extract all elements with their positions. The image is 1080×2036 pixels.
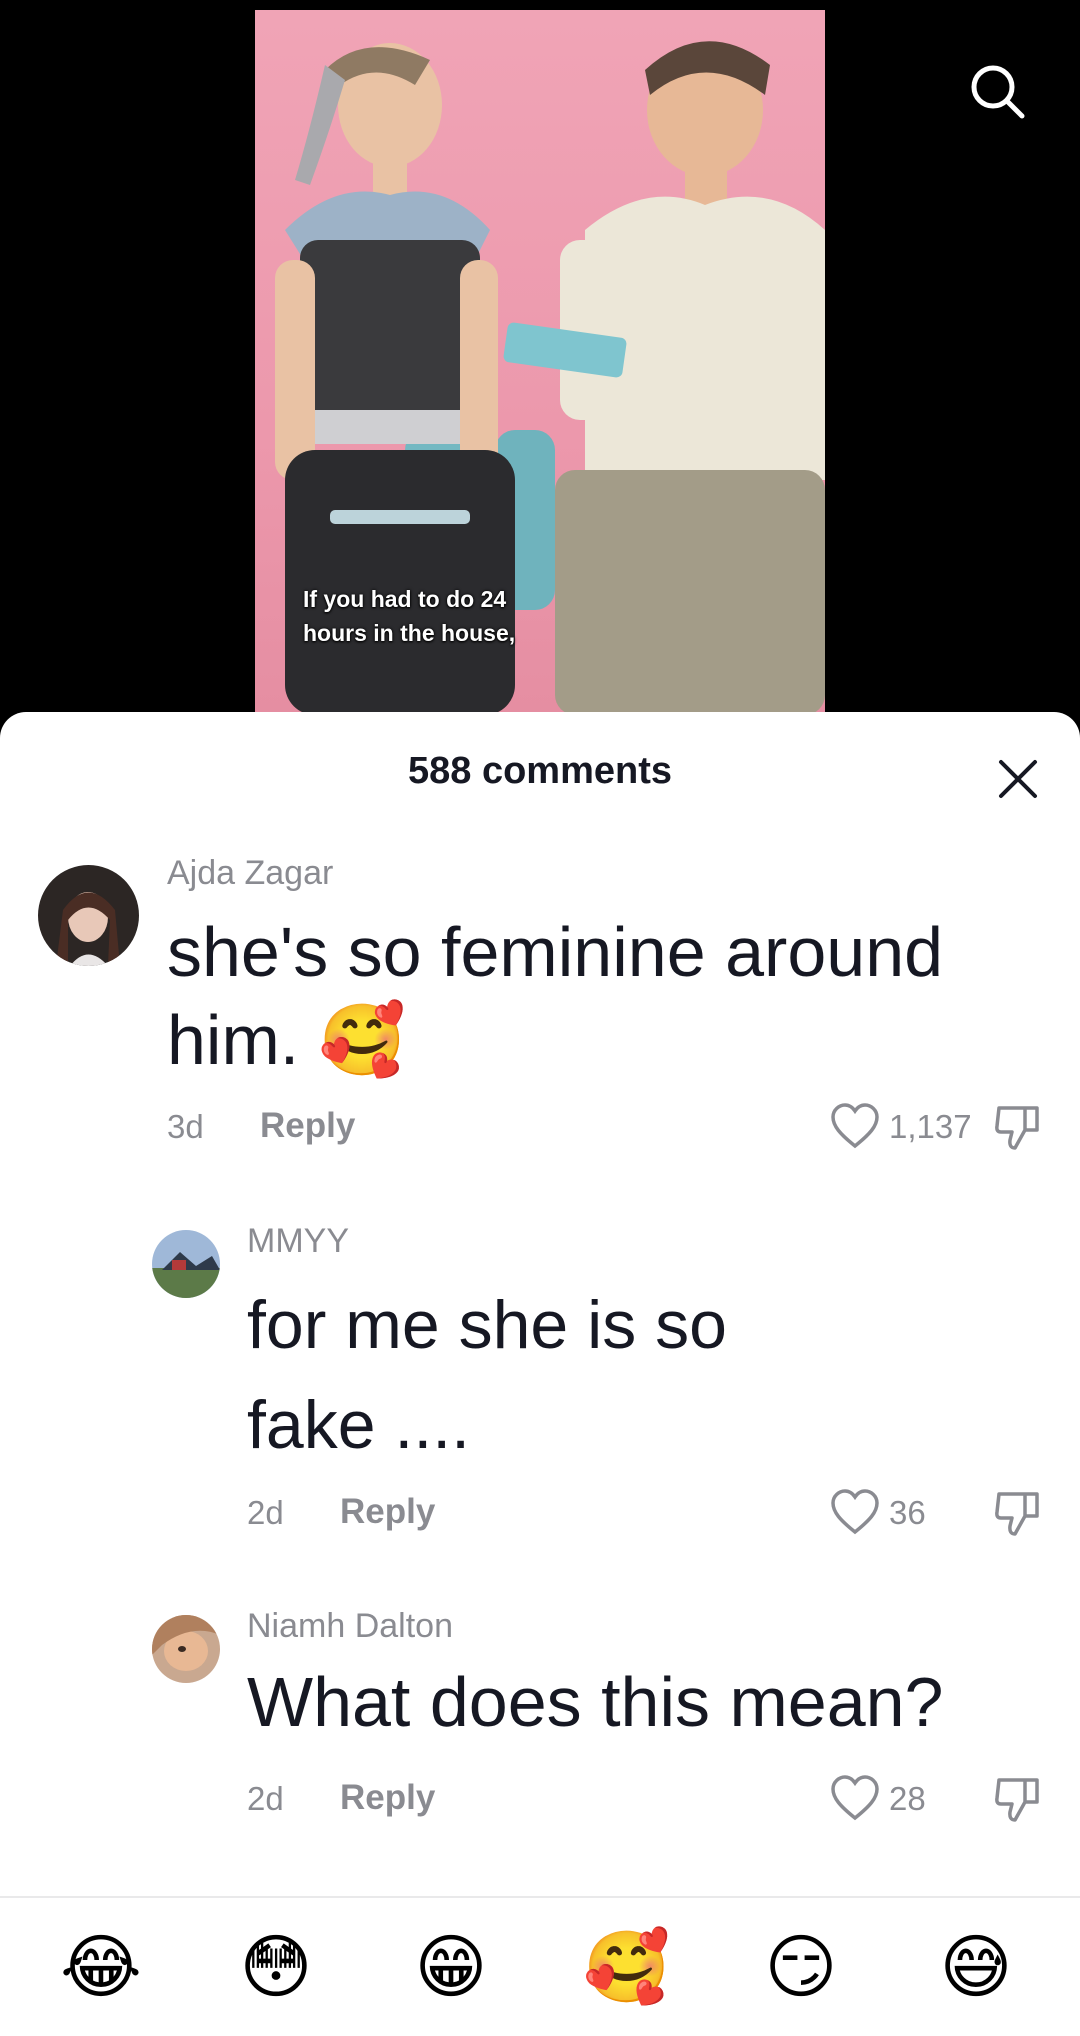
comment-text-line: What does this mean? xyxy=(247,1663,944,1741)
search-button[interactable] xyxy=(968,62,1026,120)
like-button[interactable] xyxy=(830,1774,880,1824)
dislike-button[interactable] xyxy=(993,1102,1043,1152)
emoji-tears-of-joy[interactable]: 😂 xyxy=(58,1924,144,2010)
comment-text: for me she is so fake .... xyxy=(247,1275,1080,1475)
caption-line: hours in the house, xyxy=(303,620,516,646)
avatar-image xyxy=(38,865,139,966)
heart-outline-icon xyxy=(831,1489,879,1535)
search-icon xyxy=(971,65,1025,119)
dislike-button[interactable] xyxy=(993,1488,1043,1538)
avatar-image xyxy=(152,1230,220,1298)
thumbs-down-icon xyxy=(995,1106,1039,1150)
avatar[interactable] xyxy=(38,865,139,966)
emoji-sweat-smile[interactable]: 😅 xyxy=(933,1924,1019,2010)
thumbs-down-icon xyxy=(995,1492,1039,1536)
comment-time: 2d xyxy=(247,1780,284,1817)
like-count: 1,137 xyxy=(889,1108,972,1145)
video-frame[interactable]: If you had to do 24 hours in the house, xyxy=(255,10,825,715)
avatar[interactable] xyxy=(152,1615,220,1683)
comment-username[interactable]: Ajda Zagar xyxy=(167,854,333,893)
reply-button[interactable]: Reply xyxy=(340,1778,435,1818)
like-count: 28 xyxy=(889,1780,926,1817)
comment-time: 2d xyxy=(247,1494,284,1531)
close-button[interactable] xyxy=(995,756,1041,802)
emoji-grinning[interactable]: 😁 xyxy=(408,1924,494,2010)
comment-text-line: fake .... xyxy=(247,1387,470,1463)
heart-outline-icon xyxy=(831,1775,879,1821)
comment-text-line: him. 🥰 xyxy=(167,996,1047,1084)
reply-button[interactable]: Reply xyxy=(340,1492,435,1532)
comment-text-fragment: him. xyxy=(167,1001,300,1079)
video-caption: If you had to do 24 hours in the house, xyxy=(303,582,515,650)
heart-outline-icon xyxy=(831,1103,879,1149)
comments-count-title: 588 comments xyxy=(407,750,672,792)
emoji-bar: 😂 😳 😁 🥰 😏 😅 xyxy=(0,1898,1080,2036)
avatar[interactable] xyxy=(152,1230,220,1298)
video-player[interactable]: If you had to do 24 hours in the house, xyxy=(0,0,1080,715)
avatar-image xyxy=(152,1615,220,1683)
emoji-smiling-hearts[interactable]: 🥰 xyxy=(583,1924,670,2010)
comment-username[interactable]: MMYY xyxy=(247,1222,349,1261)
reply-button[interactable]: Reply xyxy=(260,1106,355,1146)
emoji-smirk[interactable]: 😏 xyxy=(758,1924,844,2010)
comments-sheet: 588 comments Ajda Zagar she's so feminin… xyxy=(0,712,1080,2036)
comment-text-line: for me she is so xyxy=(247,1287,727,1363)
comment-username[interactable]: Niamh Dalton xyxy=(247,1607,453,1646)
close-icon xyxy=(999,760,1037,798)
thumbs-down-icon xyxy=(995,1778,1039,1822)
smiling-hearts-emoji: 🥰 xyxy=(318,1001,406,1079)
emoji-flushed[interactable]: 😳 xyxy=(233,1924,319,2010)
comment-text: she's so feminine around him. 🥰 xyxy=(167,908,1047,1084)
comment-text: What does this mean? xyxy=(247,1658,1080,1746)
comment-text-line: she's so feminine around xyxy=(167,913,944,991)
comment-time: 3d xyxy=(167,1108,204,1145)
caption-line: If you had to do 24 xyxy=(303,586,507,612)
like-button[interactable] xyxy=(830,1102,880,1152)
dislike-button[interactable] xyxy=(993,1774,1043,1824)
like-button[interactable] xyxy=(830,1488,880,1538)
like-count: 36 xyxy=(889,1494,926,1531)
